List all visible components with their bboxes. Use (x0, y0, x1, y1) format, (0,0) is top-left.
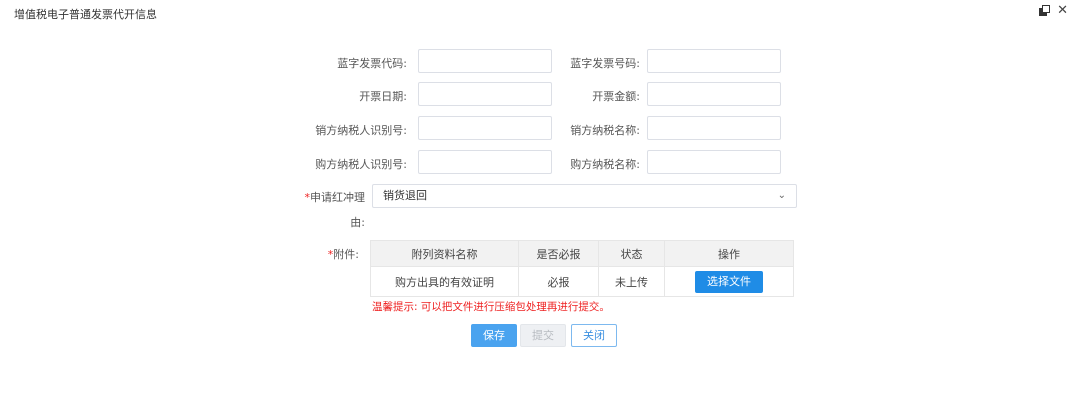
reason-label-line1: 申请红冲理 (310, 191, 365, 204)
column-header: 状态 (598, 240, 665, 267)
attachment-label: *附件: (328, 246, 359, 262)
seller-tax-id-input[interactable] (418, 116, 552, 140)
blue-invoice-code-input[interactable] (418, 49, 552, 73)
attachment-label-text: 附件: (333, 248, 359, 261)
column-header: 操作 (664, 240, 794, 267)
buyer-tax-id-input[interactable] (418, 150, 552, 174)
window-controls: ✕ (1039, 4, 1068, 17)
action-cell: 选择文件 (664, 266, 794, 297)
invoice-date-input[interactable] (418, 82, 552, 106)
column-header: 是否必报 (518, 240, 599, 267)
chevron-down-icon: ⌄ (777, 190, 786, 201)
invoice-date-label: 开票日期: (359, 90, 407, 103)
column-header: 附列资料名称 (370, 240, 519, 267)
invoice-amount-label: 开票金额: (592, 90, 640, 103)
submit-button[interactable]: 提交 (520, 324, 566, 347)
attachment-name-cell: 购方出具的有效证明 (370, 266, 519, 297)
reason-label: *申请红冲理 (305, 189, 366, 205)
seller-name-input[interactable] (647, 116, 781, 140)
close-button[interactable]: 关闭 (571, 324, 617, 347)
seller-name-label: 销方纳税名称: (570, 124, 640, 137)
blue-invoice-code-label: 蓝字发票代码: (337, 57, 407, 70)
seller-tax-id-label: 销方纳税人识别号: (315, 124, 407, 137)
table-row: 购方出具的有效证明 必报 未上传 选择文件 (370, 266, 794, 297)
blue-invoice-number-label: 蓝字发票号码: (570, 57, 640, 70)
reason-select[interactable]: 销货退回 ⌄ (372, 184, 797, 208)
required-flag-cell: 必报 (518, 266, 599, 297)
dialog-title: 增值税电子普通发票代开信息 (14, 8, 157, 21)
buyer-tax-id-label: 购方纳税人识别号: (315, 158, 407, 171)
blue-invoice-number-input[interactable] (647, 49, 781, 73)
restore-window-icon[interactable] (1039, 5, 1051, 17)
attachment-table-header: 附列资料名称 是否必报 状态 操作 (370, 240, 794, 267)
buyer-name-input[interactable] (647, 150, 781, 174)
attachment-table: 附列资料名称 是否必报 状态 操作 购方出具的有效证明 必报 未上传 选择文件 (370, 240, 794, 297)
dialog-titlebar: 增值税电子普通发票代开信息 ✕ (0, 0, 1080, 26)
reason-label-line2: 由: (350, 216, 365, 229)
invoice-amount-input[interactable] (647, 82, 781, 106)
upload-status-cell: 未上传 (598, 266, 665, 297)
choose-file-button[interactable]: 选择文件 (695, 270, 763, 293)
save-button[interactable]: 保存 (471, 324, 517, 347)
buyer-name-label: 购方纳税名称: (570, 158, 640, 171)
warm-tip-text: 温馨提示: 可以把文件进行压缩包处理再进行提交。 (372, 301, 610, 313)
reason-selected-value: 销货退回 (383, 189, 427, 202)
close-icon[interactable]: ✕ (1057, 4, 1068, 17)
